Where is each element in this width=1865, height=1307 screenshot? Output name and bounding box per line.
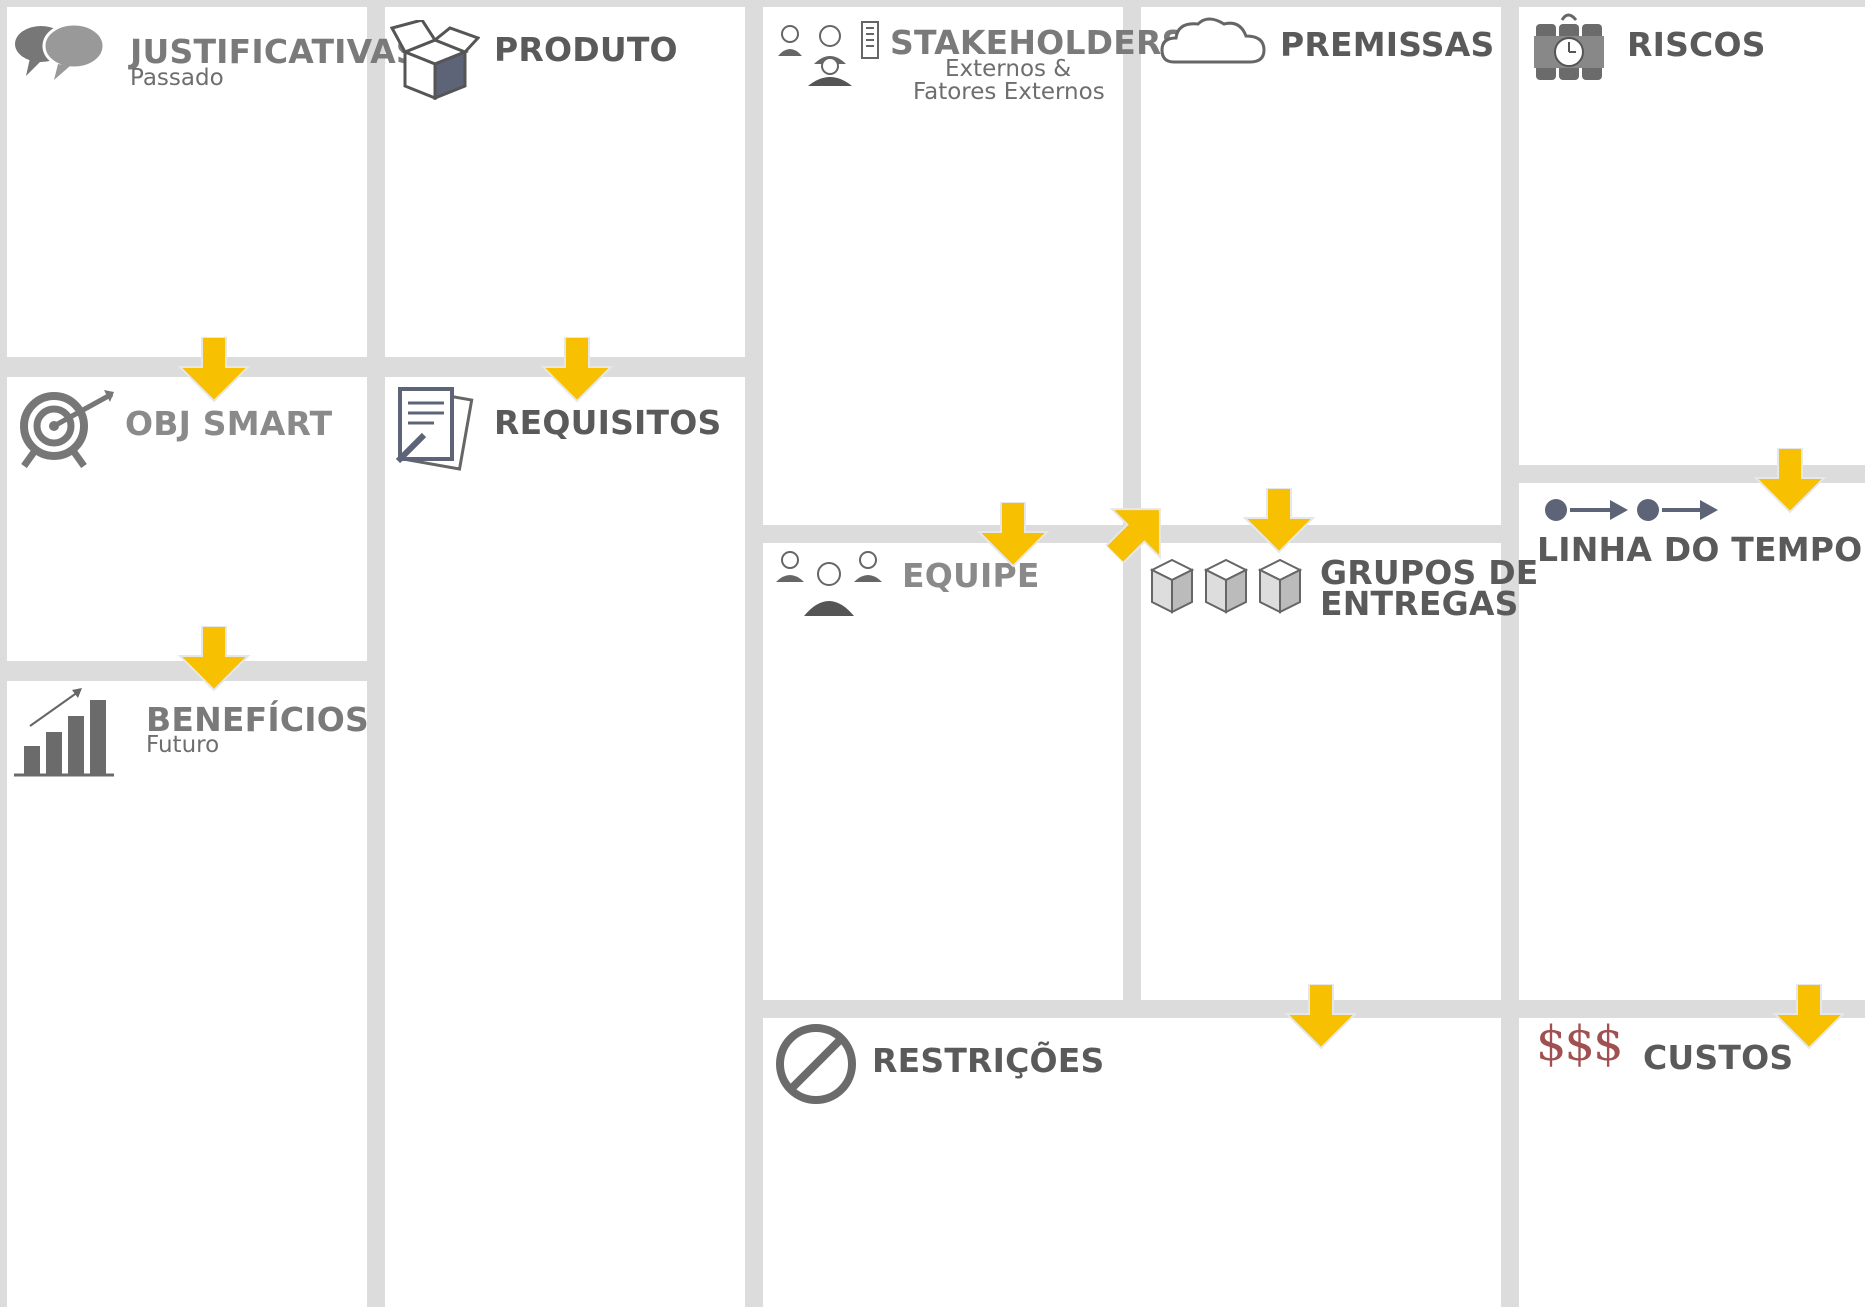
arrow-obj-to-beneficios <box>179 626 249 691</box>
produto-title: PRODUTO <box>494 30 678 69</box>
premissas-title: PREMISSAS <box>1280 25 1495 64</box>
prohibited-icon <box>776 1024 856 1104</box>
riscos-title: RISCOS <box>1627 25 1766 64</box>
grupos-entregas-title-line2: ENTREGAS <box>1320 584 1519 623</box>
dynamite-clock-icon <box>1534 13 1604 80</box>
justificativas-subtitle: Passado <box>130 65 224 91</box>
beneficios-subtitle: Futuro <box>146 732 220 758</box>
stakeholders-title: STAKEHOLDERS <box>890 23 1186 62</box>
team-icon <box>776 551 882 616</box>
target-icon <box>20 390 114 468</box>
box-icon <box>390 20 480 100</box>
cloud-icon <box>1160 17 1266 64</box>
document-pen-icon <box>395 387 474 471</box>
justificativas-title: JUSTIFICATIVAS <box>130 32 420 71</box>
restricoes-title: RESTRIÇÕES <box>872 1041 1105 1080</box>
arrow-justificativas-to-obj <box>179 337 249 402</box>
stakeholders-subtitle-line1: Externos & <box>945 56 1072 82</box>
bar-chart-icon <box>14 688 114 777</box>
arrow-grupos-to-restricoes <box>1286 984 1356 1049</box>
packages-icon <box>1149 558 1303 614</box>
arrow-produto-to-requisitos <box>542 337 612 402</box>
panel-premissas <box>1141 7 1501 525</box>
arrow-riscos-to-linha <box>1755 448 1825 513</box>
arrow-linha-to-custos <box>1774 984 1844 1049</box>
linha-do-tempo-title: LINHA DO TEMPO <box>1537 530 1863 569</box>
obj-smart-title: OBJ SMART <box>125 404 333 443</box>
dollar-signs-icon: $$$ <box>1536 1016 1624 1072</box>
requisitos-title: REQUISITOS <box>494 403 722 442</box>
speech-bubbles-icon <box>15 22 106 80</box>
panel-requisitos <box>385 377 745 1307</box>
arrow-premissas-to-grupos <box>1244 488 1314 553</box>
timeline-icon <box>1545 499 1718 521</box>
stakeholders-icon <box>778 21 879 86</box>
arrow-stakeholders-to-equipe <box>978 502 1048 567</box>
stakeholders-subtitle-line2: Fatores Externos <box>913 79 1105 105</box>
